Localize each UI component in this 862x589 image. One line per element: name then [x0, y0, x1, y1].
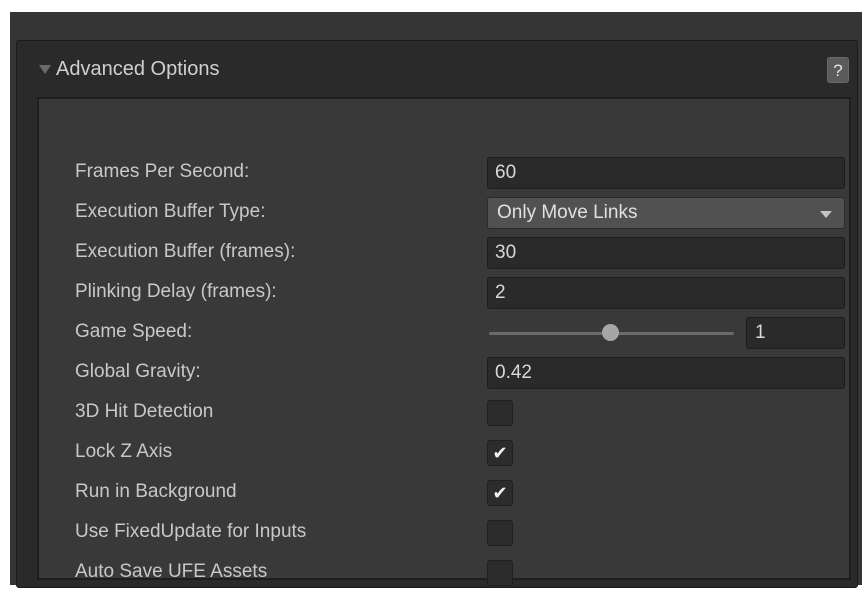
- 3d-hit-detection-checkbox[interactable]: [487, 400, 513, 426]
- label-run-in-background: Run in Background: [75, 481, 237, 502]
- row-auto-save-ufe-assets: Auto Save UFE Assets: [39, 557, 849, 589]
- game-speed-slider-thumb[interactable]: [602, 324, 619, 341]
- auto-save-ufe-assets-checkbox[interactable]: [487, 560, 513, 586]
- row-use-fixedupdate: Use FixedUpdate for Inputs: [39, 517, 849, 549]
- label-lock-z-axis: Lock Z Axis: [75, 441, 173, 462]
- row-execution-buffer-frames: Execution Buffer (frames): 30: [39, 237, 849, 269]
- row-plinking-delay: Plinking Delay (frames): 2: [39, 277, 849, 309]
- row-game-speed: Game Speed: 1: [39, 317, 849, 349]
- label-auto-save-ufe-assets: Auto Save UFE Assets: [75, 561, 268, 582]
- row-lock-z-axis: Lock Z Axis ✔: [39, 437, 849, 469]
- frames-per-second-input[interactable]: 60: [487, 157, 845, 189]
- advanced-options-foldout[interactable]: Advanced Options ?: [17, 41, 857, 97]
- foldout-title[interactable]: Advanced Options: [56, 58, 219, 81]
- label-plinking-delay: Plinking Delay (frames):: [75, 281, 277, 302]
- global-gravity-input[interactable]: 0.42: [487, 357, 845, 389]
- chevron-down-icon: [820, 211, 832, 218]
- execution-buffer-frames-input[interactable]: 30: [487, 237, 845, 269]
- label-execution-buffer-frames: Execution Buffer (frames):: [75, 241, 296, 262]
- row-frames-per-second: Frames Per Second: 60: [39, 157, 849, 189]
- label-game-speed: Game Speed:: [75, 321, 193, 342]
- triangle-down-icon[interactable]: [39, 64, 51, 74]
- label-3d-hit-detection: 3D Hit Detection: [75, 401, 214, 422]
- advanced-options-content: Frames Per Second: 60 Execution Buffer T…: [37, 97, 851, 586]
- label-frames-per-second: Frames Per Second:: [75, 161, 250, 182]
- label-execution-buffer-type: Execution Buffer Type:: [75, 201, 266, 222]
- lock-z-axis-checkbox[interactable]: ✔: [487, 440, 513, 466]
- row-3d-hit-detection: 3D Hit Detection: [39, 397, 849, 429]
- use-fixedupdate-checkbox[interactable]: [487, 520, 513, 546]
- plinking-delay-input[interactable]: 2: [487, 277, 845, 309]
- inspector-window: Advanced Options ? Frames Per Second: 60…: [10, 12, 862, 588]
- row-run-in-background: Run in Background ✔: [39, 477, 849, 509]
- row-execution-buffer-type: Execution Buffer Type: Only Move Links: [39, 197, 849, 229]
- execution-buffer-type-dropdown[interactable]: Only Move Links: [487, 197, 845, 229]
- advanced-options-panel: Advanced Options ? Frames Per Second: 60…: [16, 40, 858, 588]
- row-global-gravity: Global Gravity: 0.42: [39, 357, 849, 389]
- label-global-gravity: Global Gravity:: [75, 361, 201, 382]
- execution-buffer-type-value: Only Move Links: [497, 202, 638, 223]
- help-button[interactable]: ?: [827, 57, 849, 83]
- run-in-background-checkbox[interactable]: ✔: [487, 480, 513, 506]
- game-speed-input[interactable]: 1: [746, 317, 845, 349]
- label-use-fixedupdate: Use FixedUpdate for Inputs: [75, 521, 307, 542]
